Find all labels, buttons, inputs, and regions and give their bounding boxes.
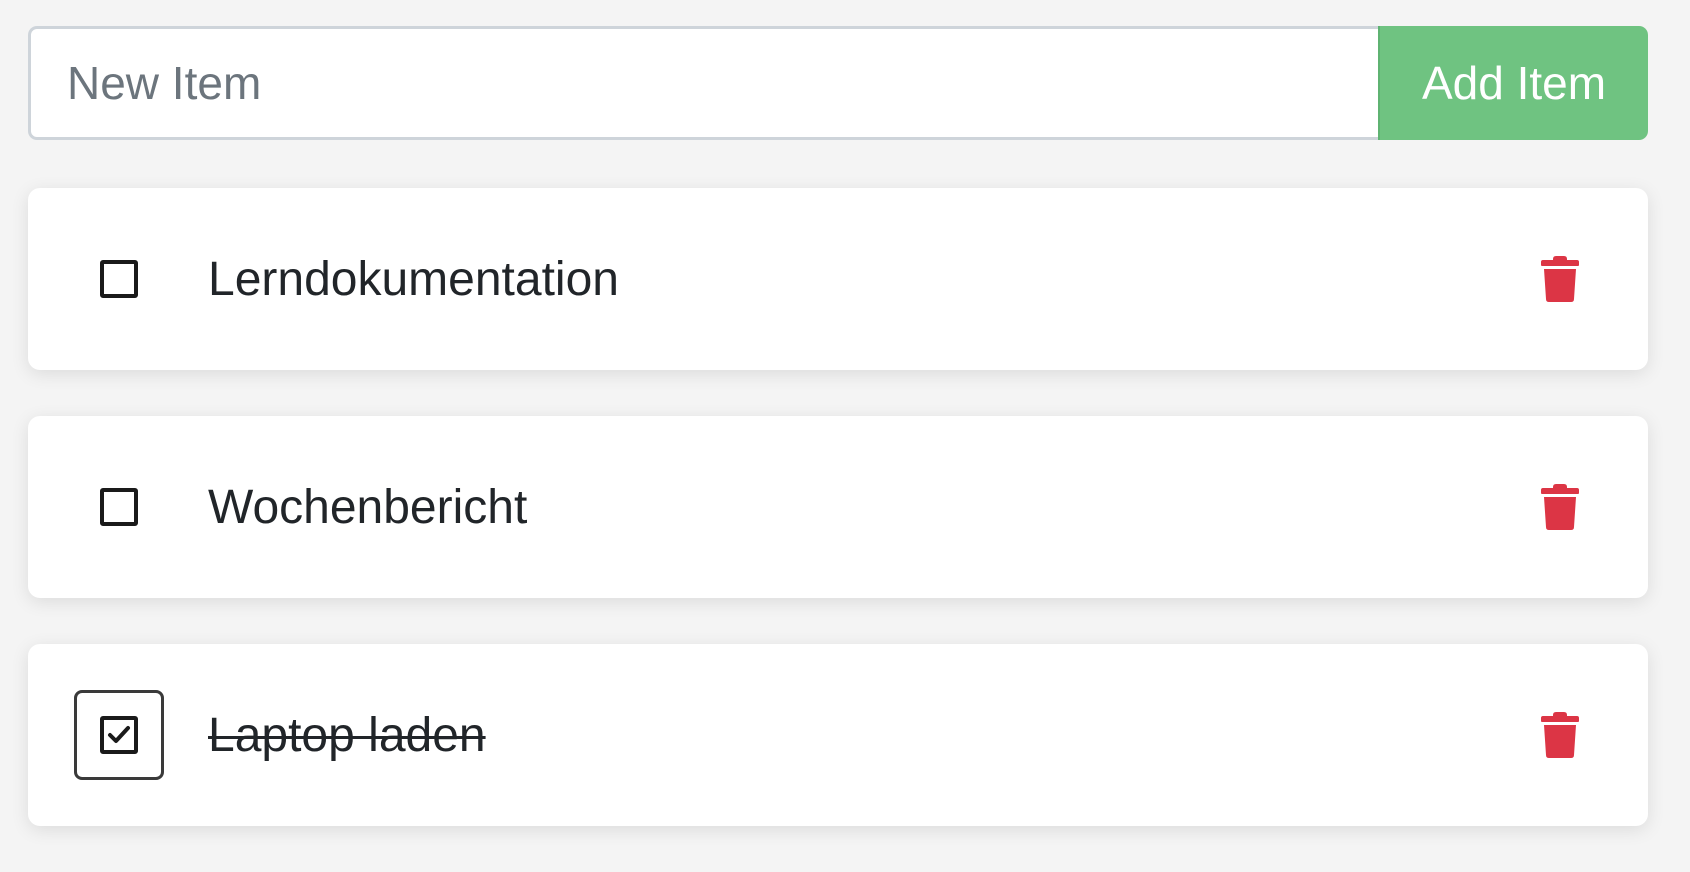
square-icon bbox=[100, 488, 138, 526]
item-checkbox[interactable] bbox=[74, 690, 164, 780]
todo-list: Lerndokumentation Wochenbericht Laptop l… bbox=[28, 188, 1648, 826]
check-square-icon bbox=[100, 716, 138, 754]
trash-icon[interactable] bbox=[1540, 483, 1580, 531]
square-icon bbox=[100, 260, 138, 298]
trash-icon[interactable] bbox=[1540, 711, 1580, 759]
list-item: Lerndokumentation bbox=[28, 188, 1648, 370]
list-item: Laptop laden bbox=[28, 644, 1648, 826]
trash-icon[interactable] bbox=[1540, 255, 1580, 303]
item-checkbox[interactable] bbox=[74, 462, 164, 552]
new-item-input[interactable] bbox=[28, 26, 1378, 140]
item-label: Wochenbericht bbox=[208, 480, 528, 534]
todo-app: Add Item Lerndokumentation Wochenbericht bbox=[28, 26, 1648, 872]
add-item-button[interactable]: Add Item bbox=[1378, 26, 1648, 140]
list-item: Wochenbericht bbox=[28, 416, 1648, 598]
item-checkbox[interactable] bbox=[74, 234, 164, 324]
item-label: Lerndokumentation bbox=[208, 252, 619, 306]
add-item-form: Add Item bbox=[28, 26, 1648, 140]
item-label: Laptop laden bbox=[208, 708, 486, 762]
